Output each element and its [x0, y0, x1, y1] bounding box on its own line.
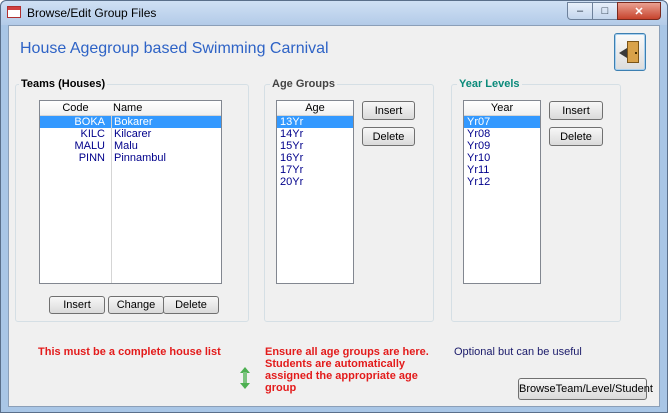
team-name: Malu [114, 140, 138, 152]
team-delete-button[interactable]: Delete [163, 296, 219, 314]
close-button[interactable]: ✕ [617, 2, 661, 20]
year-insert-button[interactable]: Insert [549, 101, 603, 120]
year-delete-button[interactable]: Delete [549, 127, 603, 146]
column-divider [111, 116, 112, 283]
team-insert-button[interactable]: Insert [49, 296, 105, 314]
year-item[interactable]: Yr09 [464, 140, 540, 152]
teams-group-title: Teams (Houses) [19, 78, 108, 90]
team-row[interactable]: MALU Malu [40, 140, 221, 152]
team-code: MALU [74, 140, 105, 152]
age-item[interactable]: 14Yr [277, 128, 353, 140]
age-item[interactable]: 16Yr [277, 152, 353, 164]
up-down-arrows-icon [240, 367, 250, 389]
maximize-button[interactable]: □ [592, 2, 618, 20]
team-name: Kilcarer [114, 128, 152, 140]
column-header-age[interactable]: Age [277, 101, 353, 115]
year-item[interactable]: Yr10 [464, 152, 540, 164]
age-delete-button[interactable]: Delete [362, 127, 415, 146]
app-icon [7, 6, 21, 18]
minimize-button[interactable]: – [567, 2, 593, 20]
year-levels-list[interactable]: Year Yr07 Yr08 Yr09 Yr10 Yr11 Yr12 [463, 100, 541, 284]
door-icon [627, 41, 639, 63]
team-name: Pinnambul [114, 152, 166, 164]
team-code: KILC [80, 128, 105, 140]
year-levels-title: Year Levels [457, 78, 522, 90]
column-header-code[interactable]: Code [40, 101, 111, 115]
browse-team-level-student-button[interactable]: BrowseTeam/Level/Student [518, 378, 653, 400]
teams-list-header: Code Name [40, 101, 221, 116]
team-name: Bokarer [114, 116, 153, 128]
age-note-line3: assigned the appropriate age [265, 370, 418, 382]
year-list-header: Year [464, 101, 540, 116]
age-groups-title: Age Groups [270, 78, 337, 90]
title-bar[interactable]: Browse/Edit Group Files – □ ✕ [1, 1, 667, 25]
team-code: PINN [78, 152, 105, 164]
year-note: Optional but can be useful [454, 346, 582, 358]
age-note-line4: group [265, 382, 297, 394]
age-insert-button[interactable]: Insert [362, 101, 415, 120]
age-item[interactable]: 15Yr [277, 140, 353, 152]
window-title: Browse/Edit Group Files [27, 6, 157, 20]
age-list-header: Age [277, 101, 353, 116]
age-groups-list[interactable]: Age 13Yr 14Yr 15Yr 16Yr 17Yr 20Yr [276, 100, 354, 284]
age-item[interactable]: 20Yr [277, 176, 353, 188]
year-item[interactable]: Yr12 [464, 176, 540, 188]
column-header-name[interactable]: Name [111, 101, 142, 115]
teams-note: This must be a complete house list [38, 346, 221, 358]
team-row[interactable]: KILC Kilcarer [40, 128, 221, 140]
age-note-line2: Students are automatically [265, 358, 405, 370]
team-change-button[interactable]: Change [108, 296, 164, 314]
window-controls: – □ ✕ [567, 2, 661, 20]
teams-list[interactable]: Code Name BOKA Bokarer KILC Kilcarer MAL… [39, 100, 222, 284]
age-item[interactable]: 17Yr [277, 164, 353, 176]
age-item[interactable]: 13Yr [277, 116, 353, 128]
age-note-line1: Ensure all age groups are here. [265, 346, 429, 358]
team-row[interactable]: BOKA Bokarer [40, 116, 221, 128]
app-window: Browse/Edit Group Files – □ ✕ House Ageg… [0, 0, 668, 413]
client-area: House Agegroup based Swimming Carnival T… [8, 25, 660, 407]
year-item[interactable]: Yr11 [464, 164, 540, 176]
page-title: House Agegroup based Swimming Carnival [20, 40, 329, 57]
column-header-year[interactable]: Year [464, 101, 540, 115]
exit-button[interactable] [614, 33, 646, 71]
team-code: BOKA [74, 116, 105, 128]
year-item[interactable]: Yr07 [464, 116, 540, 128]
team-row[interactable]: PINN Pinnambul [40, 152, 221, 164]
exit-arrow-icon [619, 48, 627, 58]
year-item[interactable]: Yr08 [464, 128, 540, 140]
